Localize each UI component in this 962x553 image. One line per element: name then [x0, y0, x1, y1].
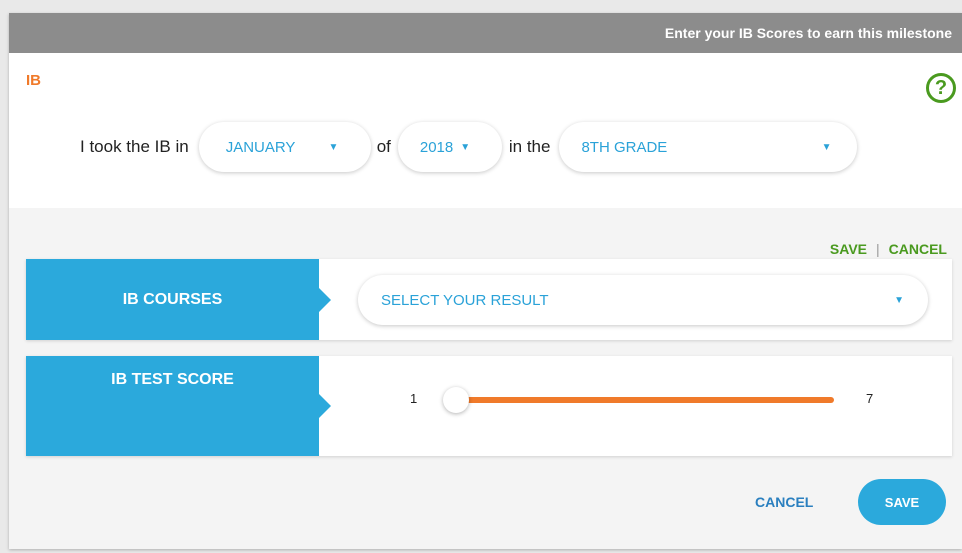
- header-actions: SAVE | CANCEL: [830, 241, 947, 257]
- ib-test-score-label-text: IB TEST SCORE: [111, 371, 234, 388]
- page: Enter your IB Scores to earn this milest…: [0, 0, 962, 553]
- course-result-dropdown[interactable]: SELECT YOUR RESULT ▼: [358, 275, 928, 325]
- course-result-placeholder: SELECT YOUR RESULT: [381, 291, 549, 309]
- chevron-down-icon: ▼: [821, 141, 832, 153]
- year-value: 2018: [419, 138, 454, 156]
- milestone-card: Enter your IB Scores to earn this milest…: [9, 13, 962, 549]
- help-icon[interactable]: ?: [926, 73, 956, 103]
- ib-test-score-row: IB TEST SCORE 1 7: [26, 356, 952, 456]
- chevron-down-icon: ▼: [328, 141, 339, 153]
- grade-dropdown[interactable]: 8TH GRADE ▼: [559, 122, 858, 172]
- month-dropdown[interactable]: JANUARY ▼: [198, 122, 371, 172]
- slider-min-label: 1: [410, 391, 418, 406]
- score-slider-thumb[interactable]: [443, 387, 469, 413]
- ib-courses-label-text: IB COURSES: [122, 290, 223, 308]
- action-separator: |: [876, 241, 880, 257]
- month-value: JANUARY: [225, 138, 296, 156]
- save-link[interactable]: SAVE: [830, 241, 867, 257]
- sentence-in-the: in the: [508, 137, 551, 156]
- sentence-prefix: I took the IB in: [80, 137, 189, 156]
- score-slider-track[interactable]: [463, 397, 834, 403]
- header-bar: Enter your IB Scores to earn this milest…: [9, 13, 962, 53]
- ib-test-score-label: IB TEST SCORE: [26, 356, 319, 456]
- chevron-down-icon: ▼: [460, 141, 471, 153]
- ib-courses-label: IB COURSES: [26, 259, 319, 340]
- exam-date-panel: IB ? I took the IB in JANUARY ▼ of 2018 …: [9, 53, 962, 208]
- chevron-down-icon: ▼: [894, 294, 904, 306]
- year-dropdown[interactable]: 2018 ▼: [397, 122, 502, 172]
- ib-courses-row: IB COURSES SELECT YOUR RESULT ▼: [26, 259, 952, 340]
- grade-value: 8TH GRADE: [581, 138, 668, 156]
- header-title: Enter your IB Scores to earn this milest…: [664, 25, 952, 41]
- save-button[interactable]: SAVE: [858, 479, 946, 525]
- sentence-of: of: [376, 137, 391, 156]
- cancel-button[interactable]: CANCEL: [755, 494, 813, 510]
- cancel-link[interactable]: CANCEL: [889, 241, 947, 257]
- exam-date-sentence: I took the IB in JANUARY ▼ of 2018 ▼ in …: [9, 122, 858, 172]
- slider-max-label: 7: [866, 391, 874, 406]
- exam-label: IB: [26, 72, 41, 89]
